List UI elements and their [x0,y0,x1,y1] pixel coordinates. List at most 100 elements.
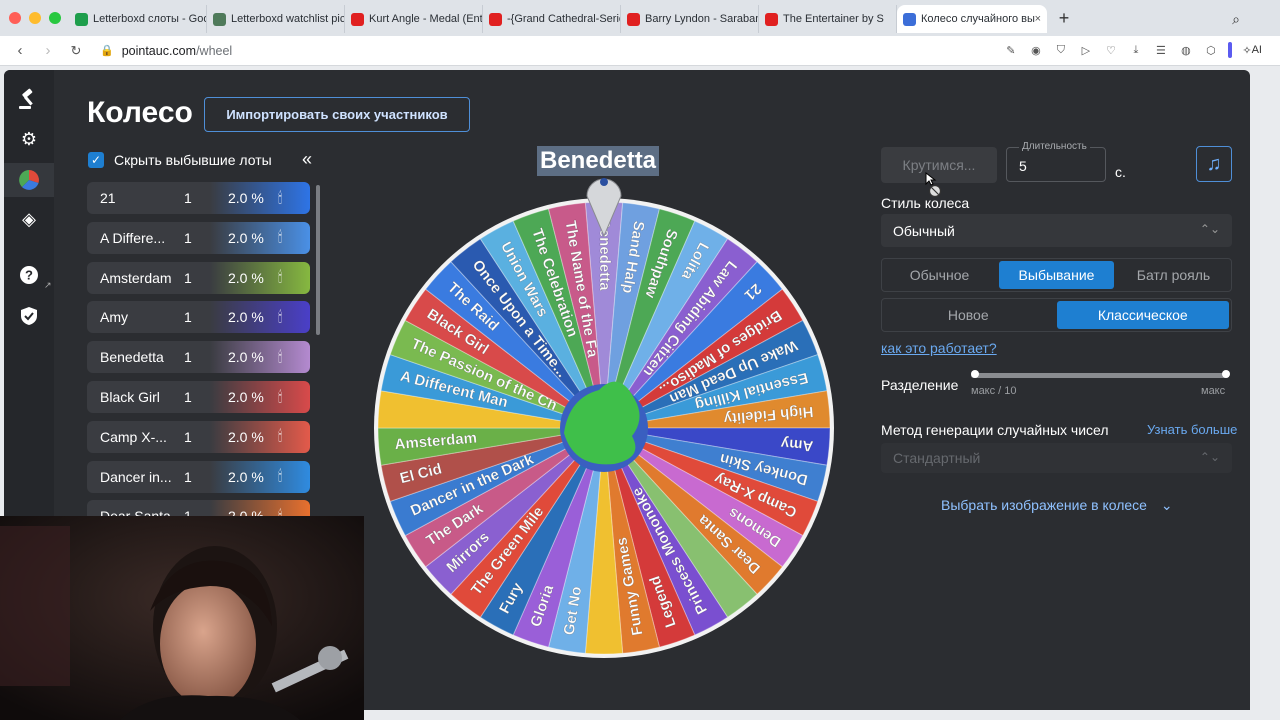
choose-wheel-image-toggle[interactable]: Выбрать изображение в колесе ⌄ [941,497,1173,514]
youtube-icon [627,12,640,26]
rng-learn-more-link[interactable]: Узнать больше [1147,422,1237,437]
gavel-icon[interactable] [16,86,42,112]
browser-tab[interactable]: Barry Lyndon - Saraban [621,5,759,33]
music-note-icon[interactable]: ♫ [1196,146,1232,182]
ai-button[interactable]: ✧ AI [1242,43,1262,58]
wheel-style-label: Стиль колеса [881,195,970,211]
duration-field[interactable]: Длительность 5 [1006,141,1106,182]
youtube-icon [351,12,364,26]
split-slider-min-knob[interactable] [971,370,979,378]
browser-tab[interactable]: Letterboxd watchlist pic [207,5,345,33]
mode-normal-option[interactable]: Обычное [882,259,997,291]
close-tab-icon[interactable]: × [1035,13,1041,25]
split-slider-max-knob[interactable] [1222,370,1230,378]
spin-button[interactable]: Крутимся... [881,147,997,183]
lot-row[interactable]: A Differe... 1 2.0 % 🕯 [87,221,310,254]
heart-icon[interactable]: ♡ [1103,43,1118,58]
lots-list: 21 1 2.0 % 🕯 A Differe... 1 2.0 % 🕯 Amsterdam 1 2.… [87,182,311,522]
lot-row[interactable]: Amsterdam 1 2.0 % 🕯 [87,261,310,294]
wheel-nav-icon[interactable] [16,167,42,193]
layers-icon[interactable]: ◈ [16,206,42,232]
rng-select[interactable]: Стандартный ⌃⌄ [881,443,1232,473]
spotlight-icon[interactable]: 🕯 [278,309,282,326]
svg-text:?: ? [25,268,33,283]
spotlight-icon[interactable]: 🕯 [278,349,282,366]
url-field[interactable]: 🔒 pointauc.com/wheel [100,44,232,58]
browser-tabs: Letterboxd слоты - Goo Letterboxd watchli… [69,0,1047,36]
new-tab-button[interactable]: + [1053,7,1075,29]
browser-tab-bar: Letterboxd слоты - Goo Letterboxd watchli… [0,0,1280,36]
collapse-panel-icon[interactable]: « [302,149,312,170]
tab-search-icon[interactable]: ⌕ [1232,11,1240,28]
checkbox-checked-icon[interactable]: ✓ [88,152,104,168]
browser-tab-label: Barry Lyndon - Saraban [645,13,759,25]
wheel-style-value: Обычный [893,223,955,239]
lot-name: Camp X-... [100,428,167,445]
download-icon[interactable]: ⤓ [1128,43,1143,58]
browser-tab[interactable]: The Entertainer by S [759,5,897,33]
browser-tab[interactable]: Kurt Angle - Medal (Ent [345,5,483,33]
browser-tab-label: -{Grand Cathedral-Serio [507,13,621,25]
shield-check-icon[interactable] [16,303,42,329]
list-icon[interactable]: ☰ [1153,43,1168,58]
lot-percent: 2.0 % [228,389,264,405]
variant-classic-option[interactable]: Классическое [1056,301,1229,329]
reload-icon[interactable]: ↻ [68,43,84,59]
spotlight-icon[interactable]: 🕯 [278,190,282,207]
help-icon[interactable]: ? [16,262,42,288]
gear-icon[interactable]: ⚙ [16,126,42,152]
lot-name: Amsterdam [100,269,172,286]
lot-row[interactable]: Camp X-... 1 2.0 % 🕯 [87,420,310,453]
browser-tab-label: Letterboxd watchlist pic [231,13,345,25]
fortune-wheel[interactable]: Benedetta Sand HalpSouthpawLolitaLaw Abid… [372,178,836,662]
choose-wheel-image-label: Выбрать изображение в колесе [941,497,1147,513]
camera-icon[interactable]: ◉ [1028,43,1043,58]
mode-elimination-option[interactable]: Выбывание [999,261,1114,289]
back-arrow-icon[interactable]: ‹ [12,42,28,59]
lot-row[interactable]: Dancer in... 1 2.0 % 🕯 [87,460,310,493]
forward-arrow-icon[interactable]: › [40,42,56,59]
variant-new-option[interactable]: Новое [882,299,1055,331]
extension-icon[interactable]: ⬡ [1203,43,1218,58]
spotlight-icon[interactable]: 🕯 [278,468,282,485]
browser-tab-label: The Entertainer by S [783,13,884,25]
browser-tab[interactable]: Колесо случайного вы × [897,5,1047,33]
hide-eliminated-toggle[interactable]: ✓ Скрыть выбывшие лоты [88,152,272,168]
browser-tab[interactable]: -{Grand Cathedral-Serio [483,5,621,33]
lot-percent: 2.0 % [228,190,264,206]
lot-count: 1 [184,428,192,445]
edit-icon[interactable]: ✎ [1003,43,1018,58]
spotlight-icon[interactable]: 🕯 [278,269,282,286]
hide-eliminated-label: Скрыть выбывшие лоты [114,152,272,168]
profile-icon[interactable]: ◍ [1178,43,1193,58]
play-icon[interactable]: ▷ [1078,43,1093,58]
lots-scrollbar[interactable] [316,185,320,335]
spotlight-icon[interactable]: 🕯 [278,428,282,445]
browser-tab[interactable]: Letterboxd слоты - Goo [69,5,207,33]
lot-percent: 2.0 % [228,349,264,366]
browser-tab-label: Колесо случайного вы [921,13,1035,25]
split-slider[interactable] [971,370,1230,378]
duration-label: Длительность [1019,141,1090,152]
close-window-button[interactable] [9,12,21,24]
lot-count: 1 [184,309,192,326]
spotlight-icon[interactable]: 🕯 [278,389,282,406]
lot-row[interactable]: 21 1 2.0 % 🕯 [87,182,310,214]
url-path: /wheel [196,43,233,58]
lot-percent: 2.0 % [228,269,264,286]
lot-name: Benedetta [100,349,164,366]
mode-battle-royale-option[interactable]: Батл рояль [1116,259,1231,291]
lot-row[interactable]: Amy 1 2.0 % 🕯 [87,301,310,334]
lot-row[interactable]: Black Girl 1 2.0 % 🕯 [87,381,310,413]
minimize-window-button[interactable] [29,12,41,24]
shield-icon[interactable]: ⛉ [1053,43,1068,58]
import-participants-button[interactable]: Импортировать своих участников [204,97,470,132]
wheel-style-select[interactable]: Обычный ⌃⌄ [881,214,1232,247]
spotlight-icon[interactable]: 🕯 [278,229,282,246]
how-it-works-link[interactable]: как это работает? [881,340,997,356]
zoom-window-button[interactable] [49,12,61,24]
lot-name: 21 [100,190,116,206]
lot-row[interactable]: Benedetta 1 2.0 % 🕯 [87,341,310,374]
browser-tab-label: Letterboxd слоты - Goo [93,13,207,25]
not-allowed-icon [928,184,942,198]
